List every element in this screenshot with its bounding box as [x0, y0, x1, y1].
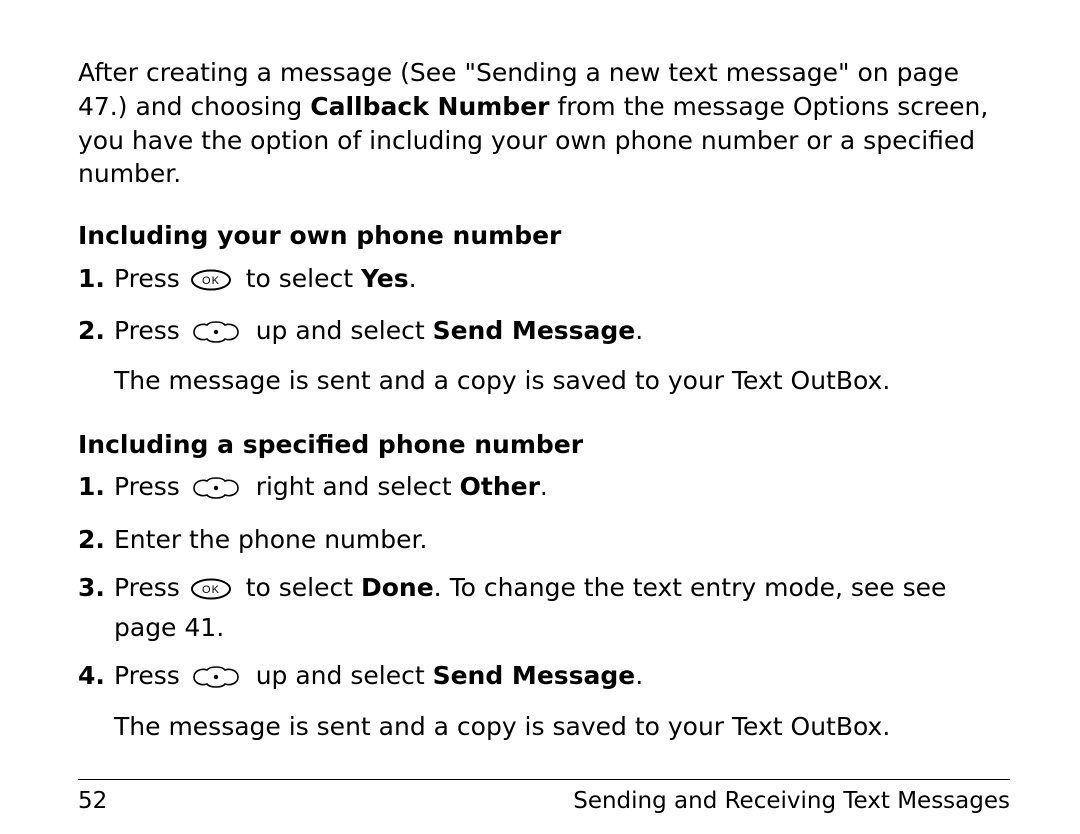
step-text: Press [114, 264, 188, 293]
step-body: Press right and select Other. [114, 469, 1010, 509]
ok-button-icon: OK [190, 574, 232, 610]
step-continuation: The message is sent and a copy is saved … [114, 363, 1010, 399]
step-spec-1: 1. Press right and select Other. [78, 469, 1010, 509]
nav-key-icon [190, 473, 242, 509]
step-body: Enter the phone number. [114, 522, 1010, 558]
step-text: Press [114, 661, 188, 690]
step-text: to select [246, 573, 361, 602]
step-number: 2. [78, 522, 114, 558]
step-body: Press OK to select Yes. [114, 261, 1010, 301]
step-spec-3: 3. Press OK to select Done. To change th… [78, 570, 1010, 647]
step-text: Press [114, 316, 188, 345]
step-text: right and select [256, 472, 460, 501]
step-bold-other: Other [460, 472, 540, 501]
page-body: After creating a message (See "Sending a… [78, 56, 1010, 773]
step-text: . [635, 661, 643, 690]
step-spec-4: 4. Press up and select Send Message. The… [78, 658, 1010, 745]
steps-specified-number: 1. Press right and select Other. [78, 469, 1010, 745]
nav-key-icon [190, 317, 242, 353]
footer-title: Sending and Receiving Text Messages [573, 788, 1010, 814]
manual-page: After creating a message (See "Sending a… [0, 0, 1080, 834]
step-text: to select [246, 264, 361, 293]
step-text: Press [114, 472, 188, 501]
step-continuation: The message is sent and a copy is saved … [114, 709, 1010, 745]
step-body: Press up and select Send Message. The me… [114, 313, 1010, 400]
page-number: 52 [78, 788, 107, 814]
intro-bold-callback: Callback Number [310, 92, 549, 121]
intro-paragraph: After creating a message (See "Sending a… [78, 56, 1010, 191]
step-text: Press [114, 573, 188, 602]
step-own-1: 1. Press OK to select Yes. [78, 261, 1010, 301]
step-number: 1. [78, 261, 114, 297]
step-number: 2. [78, 313, 114, 349]
nav-key-icon [190, 662, 242, 698]
step-text: up and select [256, 661, 433, 690]
step-text: up and select [256, 316, 433, 345]
svg-text:OK: OK [202, 275, 220, 287]
heading-own-number: Including your own phone number [78, 219, 1010, 253]
step-number: 3. [78, 570, 114, 606]
step-bold-send: Send Message [433, 661, 636, 690]
step-own-2: 2. Press up and select Send Message. The… [78, 313, 1010, 400]
steps-own-number: 1. Press OK to select Yes. 2. Press [78, 261, 1010, 400]
step-text: . To change the text entry mode, see see… [114, 573, 946, 642]
step-number: 4. [78, 658, 114, 694]
step-bold-send: Send Message [433, 316, 636, 345]
step-bold-yes: Yes [361, 264, 409, 293]
step-body: Press up and select Send Message. The me… [114, 658, 1010, 745]
page-footer: 52 Sending and Receiving Text Messages [78, 779, 1010, 814]
heading-specified-number: Including a specified phone number [78, 428, 1010, 462]
svg-text:OK: OK [202, 584, 220, 596]
step-text: . [409, 264, 417, 293]
step-text: . [540, 472, 548, 501]
step-body: Press OK to select Done. To change the t… [114, 570, 1010, 647]
step-number: 1. [78, 469, 114, 505]
step-spec-2: 2. Enter the phone number. [78, 522, 1010, 558]
ok-button-icon: OK [190, 265, 232, 301]
step-text: . [635, 316, 643, 345]
step-text: Enter the phone number. [114, 522, 1010, 558]
step-bold-done: Done [361, 573, 434, 602]
